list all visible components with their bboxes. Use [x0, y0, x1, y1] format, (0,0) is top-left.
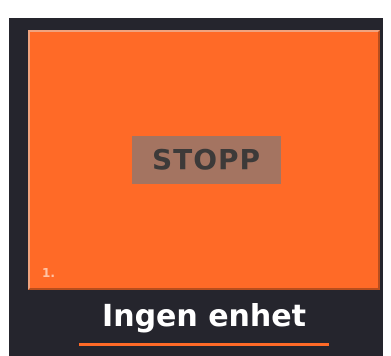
stop-label: STOPP [132, 136, 281, 184]
device-name: Ingen enhet [102, 299, 306, 334]
device-name-underline [79, 343, 329, 346]
stop-tile[interactable]: STOPP 1. [28, 30, 380, 290]
tile-index: 1. [42, 266, 55, 280]
device-panel: STOPP 1. Ingen enhet [9, 18, 383, 356]
